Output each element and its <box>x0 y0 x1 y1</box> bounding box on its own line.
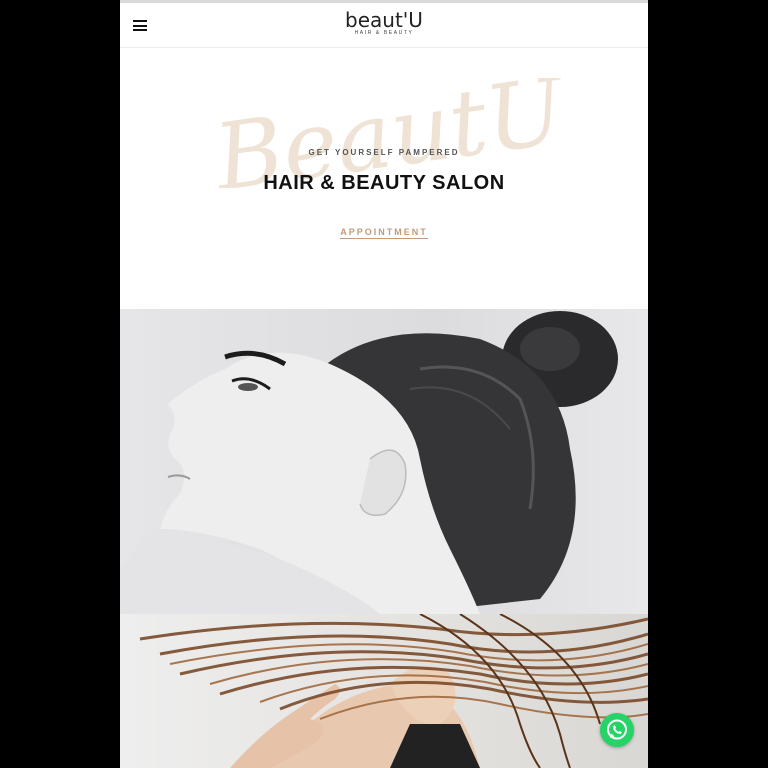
appointment-button[interactable]: APPOINTMENT <box>340 227 428 239</box>
site-logo[interactable]: beaut'U HAIR & BEAUTY <box>120 10 648 36</box>
woman-profile-photo <box>120 311 618 614</box>
hero-section: BeautU GET YOURSELF PAMPERED HAIR & BEAU… <box>120 48 648 309</box>
logo-subtitle: HAIR & BEAUTY <box>354 30 414 36</box>
hero-image-profile <box>120 309 648 614</box>
site-header: beaut'U HAIR & BEAUTY <box>120 3 648 48</box>
woman-hair-photo <box>139 614 648 768</box>
hero-tagline: GET YOURSELF PAMPERED <box>308 148 460 157</box>
hero-image-hair <box>120 614 648 768</box>
whatsapp-icon[interactable] <box>600 713 634 747</box>
mobile-viewport: beaut'U HAIR & BEAUTY BeautU GET YOURSEL… <box>120 0 648 768</box>
logo-wordmark: beaut'U <box>345 8 423 32</box>
whatsapp-glyph-icon <box>607 719 627 740</box>
appointment-link-wrap: APPOINTMENT <box>120 222 648 240</box>
hero-title: HAIR & BEAUTY SALON <box>263 172 505 194</box>
